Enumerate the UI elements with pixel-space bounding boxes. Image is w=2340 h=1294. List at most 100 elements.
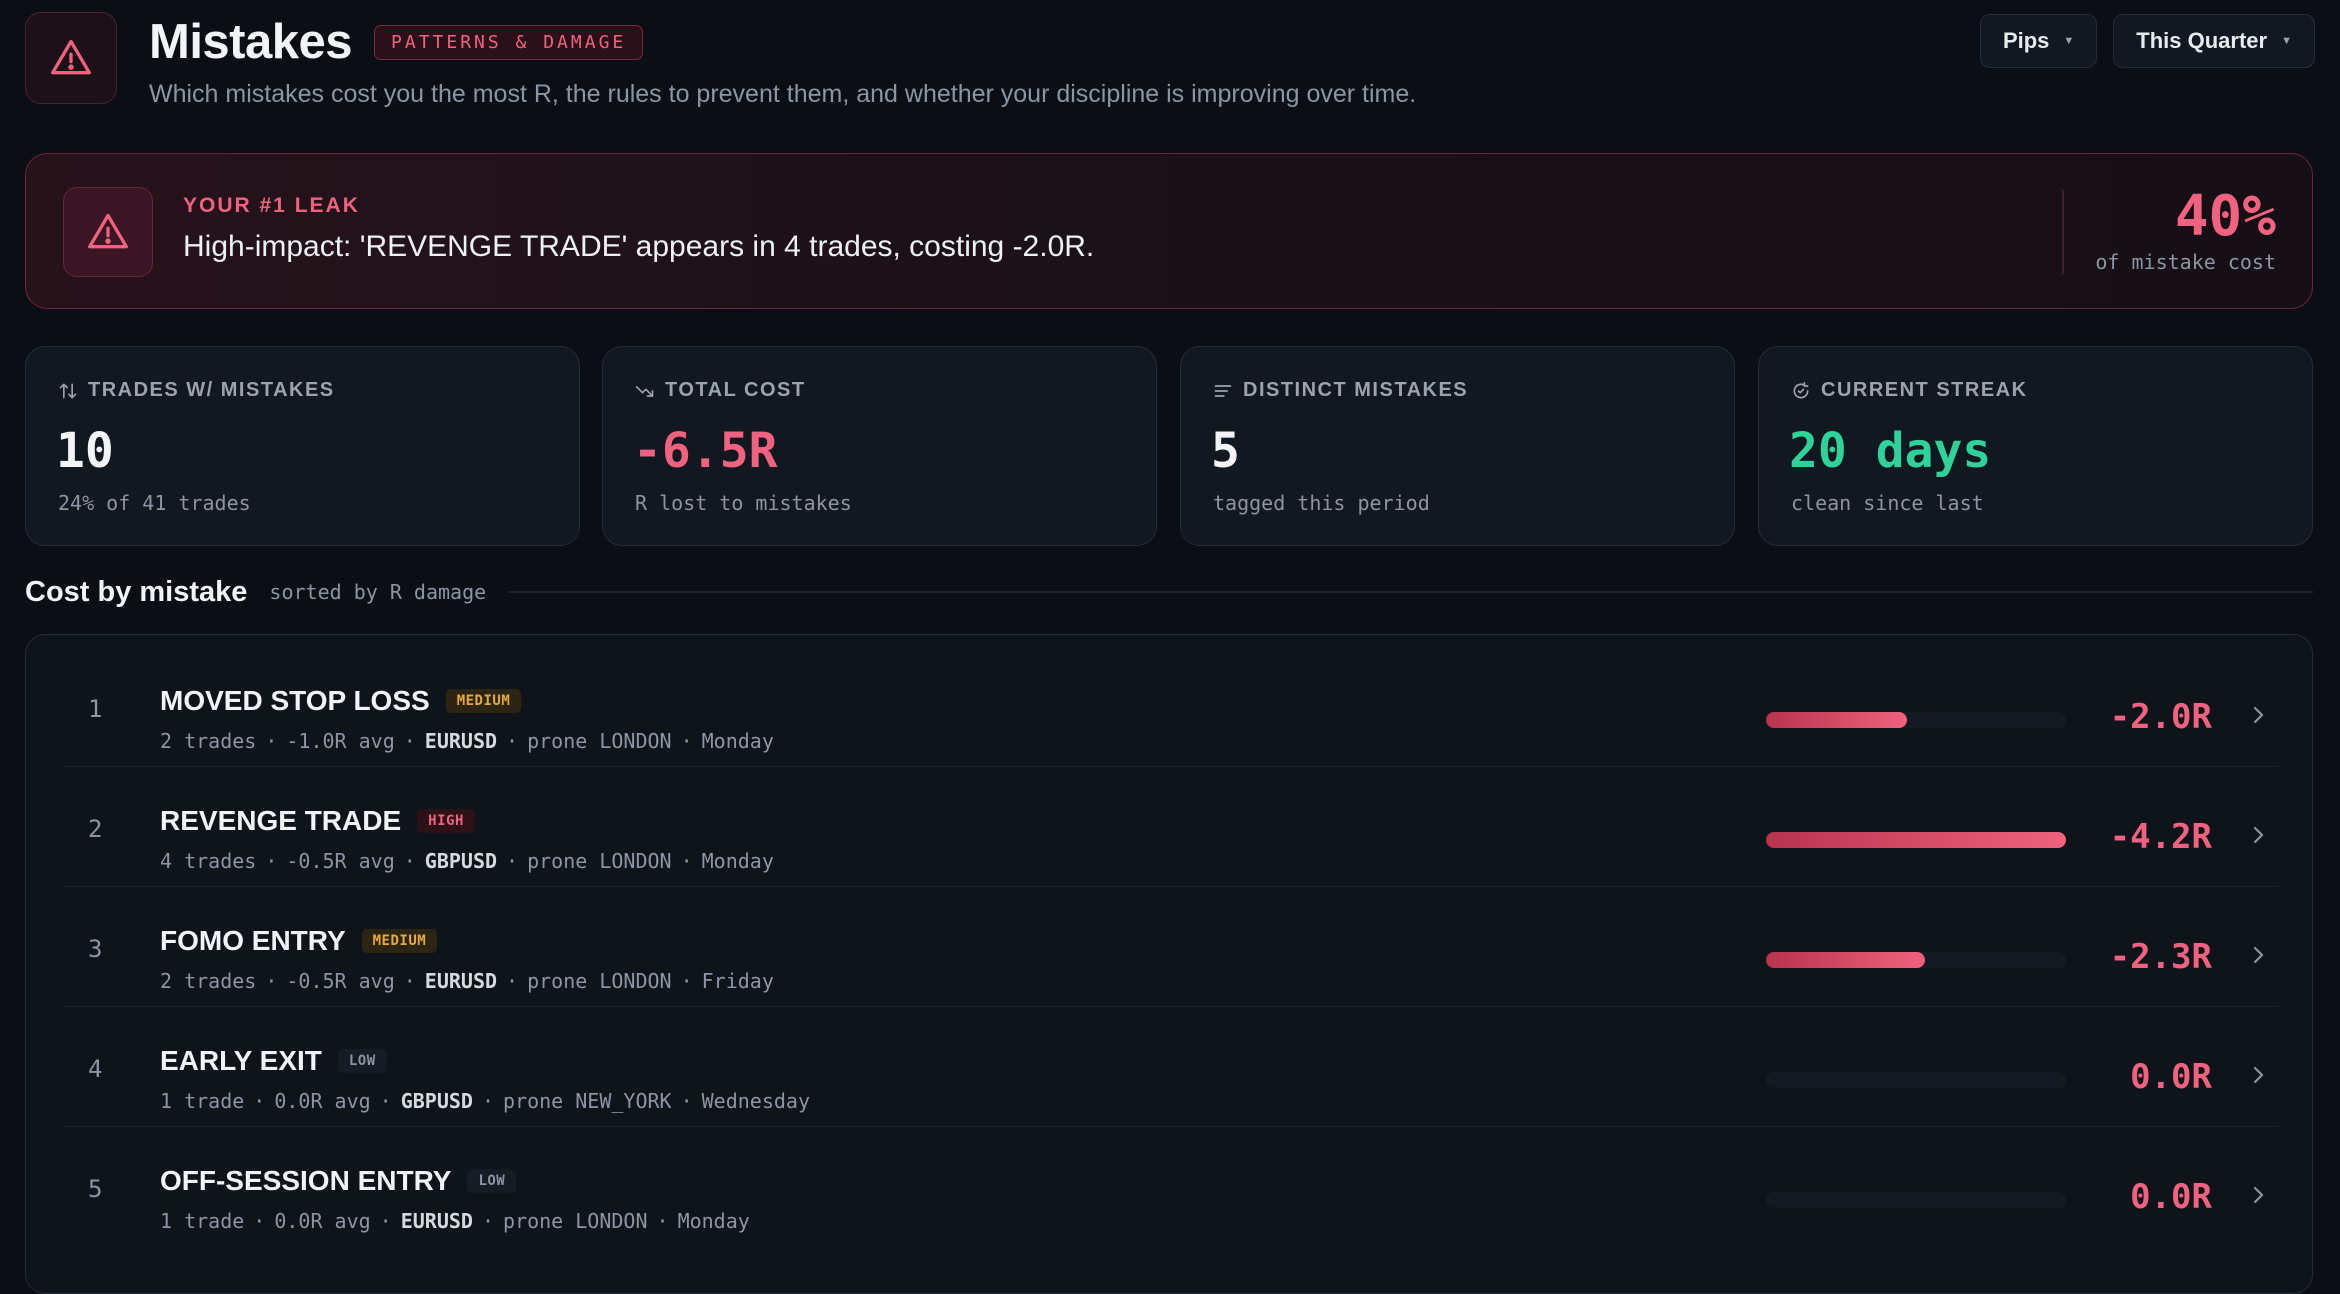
refresh-check-icon (1791, 381, 1811, 401)
mistake-cost: -2.0R (2109, 697, 2212, 737)
severity-badge: LOW (337, 1049, 387, 1073)
period-dropdown[interactable]: This Quarter ▼ (2113, 14, 2315, 68)
avg-r: -0.5R avg (286, 849, 395, 873)
stat-caption: R lost to mistakes (635, 491, 852, 515)
mistake-name: EARLY EXIT (160, 1045, 322, 1076)
period-dropdown-label: This Quarter (2136, 28, 2268, 53)
mistake-meta: 2 trades · -0.5R avg · EURUSD · prone LONDON · F… (160, 969, 774, 993)
mistake-name: REVENGE TRADE (160, 805, 402, 836)
avg-r: -0.5R avg (286, 969, 395, 993)
section-subtitle: sorted by R damage (269, 580, 487, 604)
avg-r: 0.0R avg (274, 1089, 371, 1113)
mistake-cost: -4.2R (2109, 817, 2212, 857)
mistake-meta: 2 trades · -1.0R avg · EURUSD · prone LONDON · M… (160, 729, 774, 753)
leak-description: High-impact: 'REVENGE TRADE' appears in … (183, 230, 1095, 263)
prone-session: prone LONDON (527, 969, 672, 993)
sort-arrows-icon (58, 381, 78, 401)
trade-count: 4 trades (160, 849, 257, 873)
prone-day: Monday (677, 1209, 750, 1233)
pair: GBPUSD (424, 849, 498, 873)
prone-session: prone LONDON (503, 1209, 648, 1233)
mistake-rank: 3 (88, 935, 103, 963)
mistake-rank: 2 (88, 815, 103, 843)
section-header: Cost by mistake sorted by R damage (25, 572, 2313, 612)
stat-label: CURRENT STREAK (1821, 379, 2028, 401)
mistake-row[interactable]: 4 EARLY EXIT LOW 1 trade · 0.0R avg · GBPUSD… (62, 1007, 2278, 1127)
mistake-rank: 5 (88, 1175, 103, 1203)
cost-bar (1766, 832, 2066, 848)
mistake-rank: 1 (88, 695, 103, 723)
warning-icon (63, 187, 153, 277)
prone-session: prone NEW_YORK (503, 1089, 672, 1113)
severity-badge: LOW (467, 1169, 517, 1193)
prone-session: prone LONDON (527, 729, 672, 753)
caret-down-icon: ▼ (2281, 35, 2292, 47)
divider (508, 591, 2313, 593)
page-subtitle: Which mistakes cost you the most R, the … (149, 80, 1417, 108)
cost-bar-fill (1766, 712, 1907, 728)
prone-day: Friday (701, 969, 774, 993)
prone-day: Monday (701, 849, 774, 873)
stat-value: 5 (1211, 423, 1240, 479)
chevron-right-icon[interactable] (2248, 1063, 2268, 1092)
warning-icon (25, 12, 117, 104)
stat-value: -6.5R (633, 423, 778, 479)
stat-label: TOTAL COST (665, 379, 806, 401)
pair: EURUSD (424, 729, 498, 753)
stat-card-distinct-mistakes: DISTINCT MISTAKES 5 tagged this period (1180, 346, 1735, 546)
caret-down-icon: ▼ (2063, 35, 2075, 47)
unit-dropdown[interactable]: Pips ▼ (1979, 14, 2098, 68)
severity-badge: MEDIUM (361, 929, 438, 953)
stat-caption: tagged this period (1213, 491, 1430, 515)
stat-label: DISTINCT MISTAKES (1243, 379, 1469, 401)
leak-percent: 40% (2174, 184, 2276, 249)
stat-label: TRADES W/ MISTAKES (88, 379, 335, 401)
mistake-name: MOVED STOP LOSS (160, 685, 430, 716)
severity-badge: MEDIUM (445, 689, 522, 713)
pair: EURUSD (400, 1209, 473, 1233)
list-lines-icon (1213, 381, 1233, 401)
divider (2062, 190, 2064, 274)
page-header: Mistakes PATTERNS & DAMAGE Which mistake… (25, 12, 2315, 112)
mistake-meta: 1 trade · 0.0R avg · GBPUSD · prone NEW_YORK · W… (160, 1089, 811, 1113)
trending-down-icon (635, 381, 655, 401)
leak-percent-caption: of mistake cost (2095, 250, 2276, 274)
cost-bar (1766, 1192, 2066, 1208)
mistake-cost: 0.0R (2130, 1057, 2212, 1097)
cost-bar-fill (1766, 952, 1925, 968)
mistake-name: FOMO ENTRY (160, 925, 346, 956)
trade-count: 1 trade (160, 1089, 245, 1113)
mistake-name: OFF-SESSION ENTRY (160, 1165, 452, 1196)
mistake-row[interactable]: 1 MOVED STOP LOSS MEDIUM 2 trades · -1.0R … (62, 647, 2278, 767)
mistake-cost: 0.0R (2130, 1177, 2212, 1217)
pair: GBPUSD (400, 1089, 473, 1113)
title-badge: PATTERNS & DAMAGE (374, 24, 644, 60)
trade-count: 2 trades (160, 729, 257, 753)
cost-bar (1766, 712, 2066, 728)
chevron-right-icon[interactable] (2248, 1183, 2268, 1212)
avg-r: 0.0R avg (274, 1209, 371, 1233)
chevron-right-icon[interactable] (2248, 943, 2268, 972)
mistake-row[interactable]: 2 REVENGE TRADE HIGH 4 trades · -0.5R avg ·… (62, 767, 2278, 887)
stat-value: 10 (56, 423, 114, 479)
severity-badge: HIGH (417, 809, 475, 833)
mistake-row[interactable]: 5 OFF-SESSION ENTRY LOW 1 trade · 0.0R avg… (62, 1127, 2278, 1247)
chevron-right-icon[interactable] (2248, 823, 2268, 852)
cost-bar (1766, 952, 2066, 968)
mistake-cost: -2.3R (2109, 937, 2212, 977)
prone-day: Monday (701, 729, 774, 753)
unit-dropdown-label: Pips (2002, 28, 2050, 53)
mistake-rank: 4 (88, 1055, 103, 1083)
mistakes-list: 1 MOVED STOP LOSS MEDIUM 2 trades · -1.0R … (25, 634, 2313, 1294)
stat-caption: clean since last (1791, 491, 1984, 515)
stat-card-current-streak: CURRENT STREAK 20 days clean since last (1758, 346, 2313, 546)
stat-caption: 24% of 41 trades (58, 491, 251, 515)
chevron-right-icon[interactable] (2248, 703, 2268, 732)
mistake-row[interactable]: 3 FOMO ENTRY MEDIUM 2 trades · -0.5R avg · E… (62, 887, 2278, 1007)
pair: EURUSD (424, 969, 498, 993)
cost-bar (1766, 1072, 2066, 1088)
section-title: Cost by mistake (25, 575, 248, 608)
top-leak-banner: YOUR #1 LEAK High-impact: 'REVENGE TRADE… (25, 153, 2313, 309)
stat-value: 20 days (1789, 423, 1992, 479)
page-title: Mistakes (149, 15, 353, 69)
